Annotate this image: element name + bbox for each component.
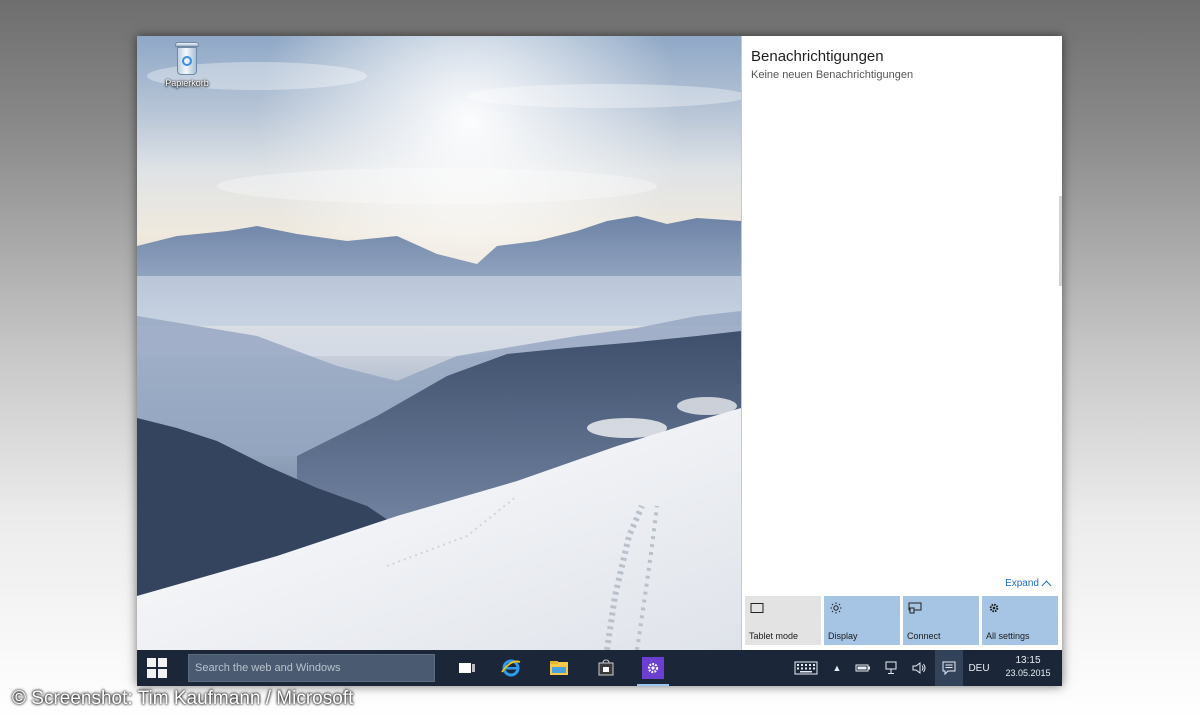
desktop-icon-label: Papierkorb — [165, 78, 209, 88]
action-center-panel: Benachrichtigungen Keine neuen Benachric… — [741, 36, 1062, 650]
tile-label: Connect — [907, 631, 941, 641]
clock-date: 23.05.2015 — [1005, 668, 1051, 678]
mountain-landscape — [137, 36, 741, 650]
action-center-button[interactable] — [935, 650, 963, 686]
tablet-mode-icon — [750, 603, 764, 613]
all-settings-tile[interactable]: All settings — [982, 596, 1058, 645]
chevron-up-icon — [1041, 580, 1052, 591]
volume-button[interactable] — [907, 650, 931, 686]
settings-icon — [647, 662, 659, 674]
clock-time: 13:15 — [1015, 655, 1041, 666]
task-view-button[interactable] — [447, 650, 487, 686]
file-explorer-button[interactable] — [539, 650, 579, 686]
action-center-title: Benachrichtigungen — [751, 48, 884, 65]
quick-actions: Tablet mode Display Connect All settings — [745, 596, 1058, 645]
action-center-subtitle: Keine neuen Benachrichtigungen — [751, 69, 914, 81]
keyboard-icon — [794, 661, 818, 675]
screen: Papierkorb Benachrichtigungen Keine neue… — [137, 36, 1062, 686]
expand-link[interactable]: Expand — [1005, 578, 1052, 591]
expand-label: Expand — [1005, 578, 1039, 589]
desktop-wallpaper: Papierkorb — [137, 36, 741, 650]
settings-button[interactable] — [633, 650, 673, 686]
recycle-bin-icon — [174, 42, 200, 76]
network-icon — [885, 661, 897, 674]
speaker-icon — [912, 662, 926, 674]
taskbar: Search the web and Windows ▲ DEU 13:15 2… — [137, 650, 1062, 686]
notification-icon — [942, 661, 956, 675]
tile-label: All settings — [986, 631, 1030, 641]
store-button[interactable] — [586, 650, 626, 686]
display-tile[interactable]: Display — [824, 596, 900, 645]
chevron-up-icon: ▲ — [832, 663, 842, 673]
brightness-icon — [830, 602, 842, 614]
desktop-icon-recycle-bin[interactable]: Papierkorb — [159, 42, 215, 88]
search-input[interactable]: Search the web and Windows — [188, 654, 435, 682]
internet-explorer-icon — [501, 659, 521, 677]
clock[interactable]: 13:15 23.05.2015 — [998, 654, 1058, 680]
file-explorer-icon — [550, 661, 568, 675]
internet-explorer-button[interactable] — [491, 650, 531, 686]
gear-icon — [989, 603, 999, 613]
battery-button[interactable] — [851, 650, 875, 686]
language-indicator: DEU — [968, 662, 990, 674]
tablet-mode-tile[interactable]: Tablet mode — [745, 596, 821, 645]
touch-keyboard-button[interactable] — [789, 650, 823, 686]
image-credit: © Screenshot: Tim Kaufmann / Microsoft — [12, 688, 354, 709]
input-language-button[interactable]: DEU — [965, 650, 993, 686]
scrollbar[interactable] — [1059, 196, 1062, 286]
connect-tile[interactable]: Connect — [903, 596, 979, 645]
store-icon — [598, 659, 614, 676]
battery-icon — [855, 664, 870, 672]
connect-icon — [908, 602, 922, 614]
task-view-icon — [459, 663, 475, 673]
network-button[interactable] — [879, 650, 903, 686]
start-button[interactable] — [147, 658, 167, 678]
tile-label: Display — [828, 631, 858, 641]
tile-label: Tablet mode — [749, 631, 799, 641]
show-hidden-icons-button[interactable]: ▲ — [829, 650, 845, 686]
